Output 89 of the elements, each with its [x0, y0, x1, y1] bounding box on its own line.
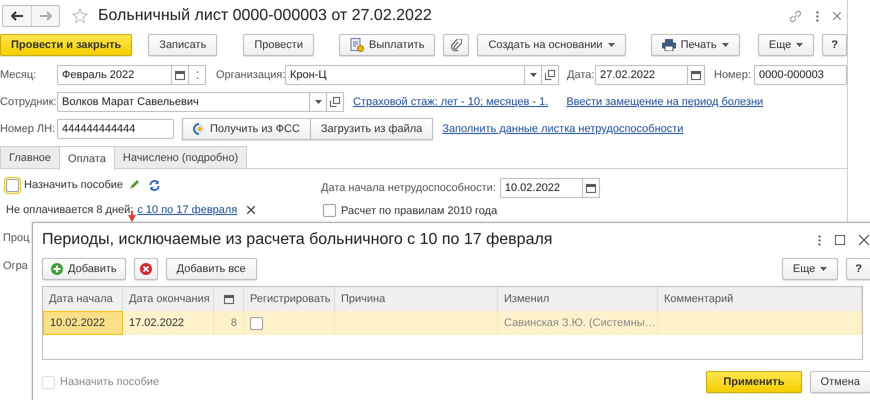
- open-icon: [545, 70, 555, 80]
- checkbox[interactable]: [323, 204, 336, 217]
- field-label: Дата начала нетрудоспособности:: [321, 182, 496, 194]
- field-label: Номер:: [714, 69, 752, 81]
- unpaid-text: Не оплачивается 8 дней:: [6, 204, 134, 216]
- toolbar-button[interactable]: Добавить все: [166, 258, 257, 280]
- window-title: Больничный лист 0000-000003 от 27.02.2022: [98, 7, 432, 25]
- delete-icon: [140, 263, 152, 275]
- fill-link[interactable]: Заполнить данные листка нетрудоспособности: [442, 123, 684, 135]
- attach-button[interactable]: [443, 34, 470, 56]
- table-cell: 17.02.2022: [123, 311, 214, 335]
- fss-button[interactable]: Получить из ФСС: [182, 118, 311, 140]
- create-based-on-button[interactable]: Создать на основании: [477, 34, 626, 56]
- more-button[interactable]: Еще: [782, 258, 838, 280]
- fss-logo-icon: [193, 123, 205, 135]
- column-header[interactable]: Изменил: [498, 287, 658, 311]
- column-header[interactable]: Комментарий: [658, 287, 862, 311]
- link-icon[interactable]: [789, 10, 802, 22]
- calendar-icon: [691, 70, 701, 80]
- cancel-button[interactable]: Отмена: [810, 371, 870, 393]
- tab[interactable]: Главное: [0, 146, 60, 168]
- tab[interactable]: Оплата: [59, 146, 115, 170]
- field-label: Проц: [3, 232, 30, 244]
- field-label: Организация:: [216, 69, 285, 81]
- caret-icon: [608, 43, 615, 47]
- checkbox-label: Назначить пособие: [24, 179, 124, 191]
- unpaid-period-link[interactable]: с 10 по 17 февраля: [137, 204, 238, 216]
- caret-icon: [722, 43, 729, 47]
- column-header[interactable]: Причина: [335, 287, 498, 311]
- star-icon[interactable]: [72, 8, 88, 24]
- more-button[interactable]: Еще: [758, 34, 814, 56]
- pencil-icon[interactable]: [128, 179, 140, 191]
- paperclip-icon: [450, 38, 462, 52]
- field-label: Месяц:: [0, 69, 38, 81]
- calendar-icon: [586, 183, 596, 193]
- field-label: Огра: [3, 260, 28, 272]
- print-button[interactable]: Печать: [650, 34, 740, 56]
- pay-button[interactable]: Выплатить: [338, 34, 436, 56]
- checkbox-label: Расчет по правилам 2010 года: [341, 204, 498, 216]
- checkbox[interactable]: [6, 178, 19, 192]
- spinner-icon: [194, 69, 200, 81]
- maximize-icon[interactable]: [835, 235, 845, 245]
- post-and-close-button[interactable]: Провести и закрыть: [0, 34, 132, 56]
- caret-icon: [314, 100, 322, 104]
- more-vertical-icon[interactable]: [818, 234, 821, 246]
- add-icon: [51, 263, 63, 275]
- caret-icon: [820, 267, 828, 271]
- table-cell: Савинская З.Ю. (Системны…: [498, 311, 658, 335]
- more-vertical-icon[interactable]: [816, 10, 819, 22]
- load-file-button[interactable]: Загрузить из файла: [310, 118, 434, 140]
- add-button[interactable]: Добавить: [42, 258, 126, 280]
- column-header[interactable]: Регистрировать: [244, 287, 335, 311]
- column-header[interactable]: [214, 287, 244, 311]
- caret-icon: [530, 73, 536, 77]
- help-button[interactable]: ?: [846, 258, 870, 280]
- back-arrow-icon: [11, 11, 23, 21]
- table-row[interactable]: 10.02.2022 17.02.2022 8 Савинская З.Ю. (Системны…: [43, 311, 862, 335]
- tab[interactable]: Начислено (подробно): [114, 146, 248, 168]
- table-cell: 8: [214, 311, 244, 335]
- open-icon: [330, 97, 340, 107]
- insurance-link[interactable]: Страховой стаж: лет - 10; месяцев - 1.: [353, 96, 548, 108]
- checkbox-label: Назначить пособие: [60, 376, 160, 388]
- field-label: Сотрудник:: [0, 96, 57, 108]
- field-label: Дата:: [567, 69, 595, 81]
- document-coin-icon: [350, 38, 364, 52]
- dialog-title: Периоды, исключаемые из расчета больничного с 10 по 17 февраля: [42, 231, 552, 249]
- column-header[interactable]: Дата окончания: [123, 287, 214, 311]
- field-label: Номер ЛН:: [0, 123, 56, 135]
- checkbox[interactable]: [250, 316, 263, 330]
- toolbar-button[interactable]: Записать: [148, 34, 218, 56]
- close-icon[interactable]: [247, 206, 256, 214]
- ln-number-field[interactable]: 444444444444: [57, 119, 174, 139]
- delete-button[interactable]: [134, 258, 158, 280]
- calendar-icon: [224, 294, 234, 304]
- column-header[interactable]: Дата начала: [43, 287, 123, 311]
- close-icon[interactable]: [859, 235, 869, 245]
- table-cell[interactable]: 10.02.2022: [43, 311, 123, 335]
- refresh-icon[interactable]: [149, 180, 160, 190]
- substitute-link[interactable]: Ввести замещение на период болезни: [566, 96, 764, 108]
- printer-icon: [662, 39, 676, 51]
- back-button[interactable]: [3, 6, 31, 26]
- close-icon[interactable]: [833, 12, 841, 20]
- apply-button[interactable]: Применить: [706, 371, 802, 393]
- toolbar-button[interactable]: Провести: [243, 34, 314, 56]
- calendar-icon: [175, 70, 185, 80]
- caret-icon: [796, 43, 804, 47]
- number-field[interactable]: 0000-000003: [754, 65, 847, 85]
- forward-arrow-icon: [40, 11, 52, 21]
- help-button[interactable]: ?: [822, 34, 847, 56]
